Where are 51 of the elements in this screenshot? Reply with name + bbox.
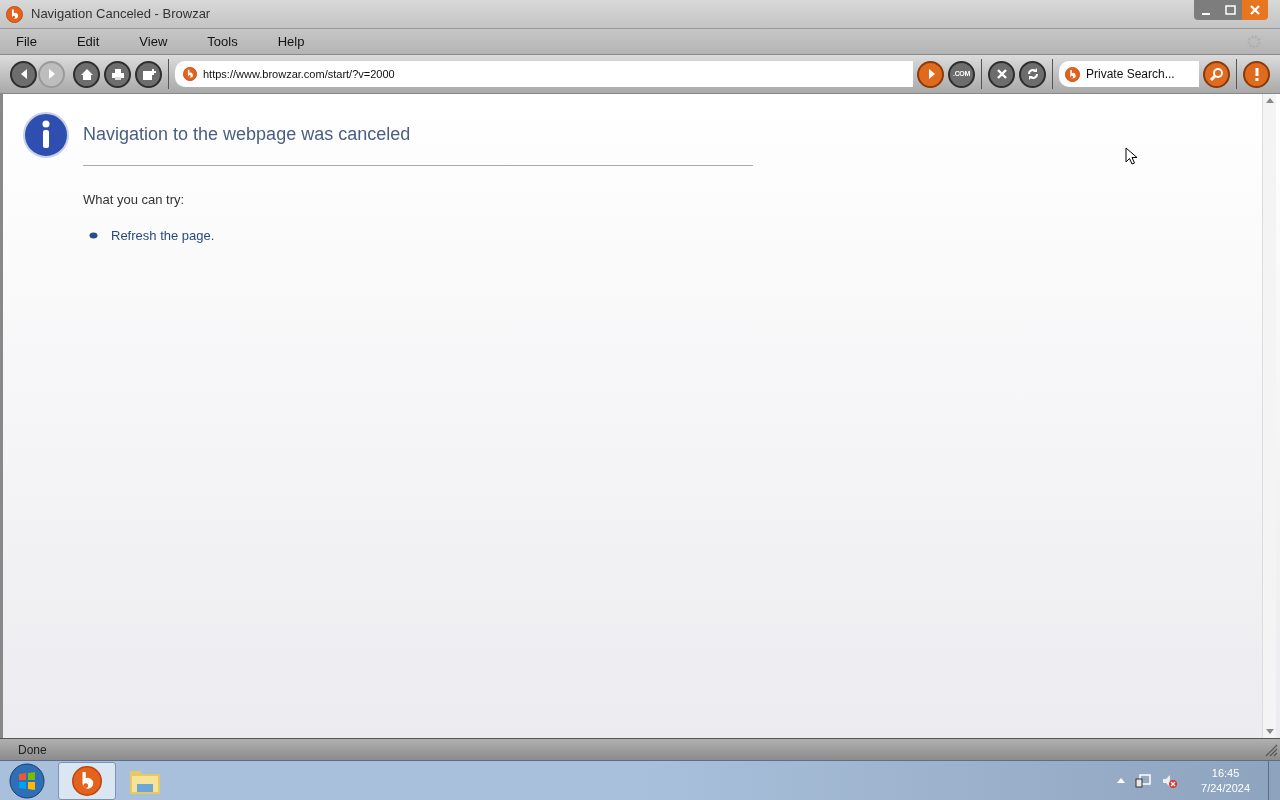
refresh-link[interactable]: Refresh the page.	[111, 225, 215, 245]
menu-item[interactable]: Edit	[66, 31, 110, 52]
menu-item[interactable]: Help	[267, 31, 315, 52]
scroll-down-icon[interactable]	[1265, 729, 1274, 734]
right-arrow-icon	[46, 68, 57, 80]
minimize-icon	[1202, 13, 1210, 15]
print-button[interactable]	[104, 60, 131, 88]
stop-button[interactable]	[988, 60, 1015, 88]
scrollbar[interactable]	[1262, 94, 1276, 738]
taskbar-browser-button[interactable]	[58, 761, 116, 800]
go-button[interactable]	[917, 60, 944, 88]
search-icon	[1209, 67, 1224, 81]
menu-item[interactable]: File	[6, 31, 47, 52]
start-button[interactable]	[6, 761, 48, 800]
windows-logo-icon	[9, 762, 45, 799]
minimize-button[interactable]	[1194, 0, 1218, 20]
refresh-button[interactable]	[1019, 60, 1046, 88]
page-heading: Navigation to the webpage was canceled	[83, 121, 753, 166]
suggestion-intro: What you can try:	[83, 191, 186, 209]
cursor-icon	[1125, 147, 1139, 165]
close-icon	[1250, 5, 1260, 15]
home-button[interactable]	[73, 60, 100, 88]
site-logo-icon	[183, 67, 197, 81]
home-icon	[79, 67, 94, 81]
search-button[interactable]	[1203, 60, 1230, 88]
scroll-up-icon[interactable]	[1265, 98, 1274, 103]
window-title: Navigation Canceled - Browzar	[31, 5, 211, 24]
info-icon	[23, 112, 69, 158]
refresh-icon	[1025, 67, 1040, 81]
stop-icon	[995, 68, 1008, 80]
status-text: Done	[18, 741, 47, 759]
search-field[interactable]: Private Search...	[1086, 61, 1196, 87]
new-window-icon	[141, 67, 156, 81]
browser-logo-icon	[72, 765, 102, 796]
printer-icon	[110, 67, 125, 81]
app-logo-icon	[6, 5, 23, 23]
show-hidden-icons-icon[interactable]	[1117, 778, 1126, 783]
menu-item[interactable]: Tools	[197, 31, 248, 52]
maximize-icon	[1224, 5, 1236, 15]
search-box[interactable]: Private Search...	[1059, 61, 1199, 87]
bullet-icon	[89, 231, 98, 239]
alert-button[interactable]	[1243, 60, 1270, 88]
new-window-button[interactable]	[135, 60, 162, 88]
network-icon[interactable]	[1135, 772, 1152, 789]
exclamation-icon	[1253, 67, 1260, 81]
search-engine-logo-icon	[1065, 66, 1080, 82]
menu-item[interactable]: View	[129, 31, 178, 52]
close-button[interactable]	[1242, 0, 1268, 20]
maximize-button[interactable]	[1218, 0, 1242, 20]
back-button[interactable]	[10, 60, 37, 88]
resize-grip-icon[interactable]	[1264, 742, 1278, 757]
